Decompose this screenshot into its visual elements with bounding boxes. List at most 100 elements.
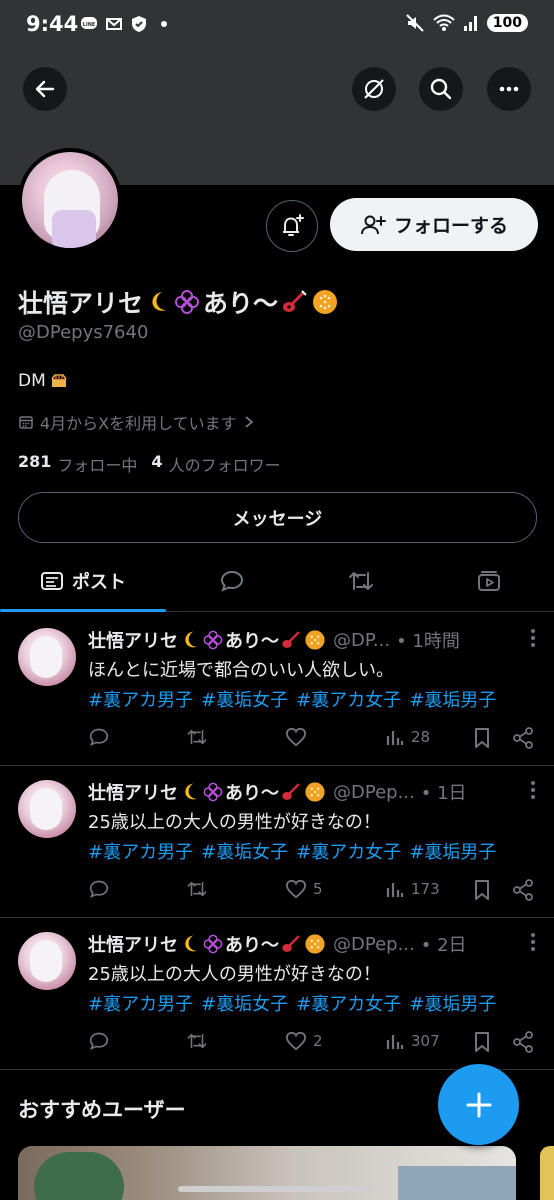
- post-time: • 1時間: [396, 631, 460, 652]
- post-handle: @DPep...: [333, 781, 415, 803]
- tab-replies[interactable]: [166, 552, 298, 610]
- post-hashtags: #裏アカ男子 #裏垢女子 #裏アカ女子 #裏垢男子: [88, 990, 548, 1016]
- hashtag-link[interactable]: #裏垢男子: [409, 686, 496, 712]
- hashtag-link[interactable]: #裏アカ男子: [88, 990, 193, 1016]
- kebab-icon: [531, 781, 535, 799]
- profile-tabs: ポスト: [0, 552, 554, 612]
- search-icon: [430, 78, 452, 100]
- views-button[interactable]: 307: [385, 1031, 440, 1051]
- dot-icon: [161, 21, 167, 27]
- line-icon: LINE: [81, 17, 97, 29]
- bookmark-button[interactable]: [473, 727, 491, 749]
- post-author-name: 壮悟アリセ あり〜: [88, 779, 327, 805]
- post-text: ほんとに近場で都合のいい人欲しい。: [88, 660, 394, 681]
- bookmark-button[interactable]: [473, 879, 491, 901]
- recommend-card-image: [34, 1152, 124, 1200]
- share-icon: [513, 727, 533, 749]
- share-button[interactable]: [512, 879, 534, 901]
- followers-count[interactable]: 4: [151, 452, 162, 476]
- hashtag-link[interactable]: #裏垢男子: [409, 990, 496, 1016]
- hashtag-link[interactable]: #裏垢女子: [201, 990, 288, 1016]
- repost-button[interactable]: [186, 727, 208, 747]
- display-name: 壮悟アリセ あり〜: [18, 284, 340, 320]
- tab-posts[interactable]: ポスト: [0, 552, 166, 610]
- like-button[interactable]: 2: [285, 1031, 323, 1051]
- mail-icon: [106, 18, 122, 30]
- home-indicator[interactable]: [178, 1186, 374, 1192]
- mute-icon: [406, 14, 424, 32]
- compose-post-button[interactable]: [438, 1064, 519, 1145]
- person-add-icon: [360, 215, 386, 234]
- like-button[interactable]: [285, 727, 313, 747]
- like-button[interactable]: 5: [285, 879, 323, 899]
- reply-button[interactable]: [88, 1031, 110, 1051]
- post-more-icon[interactable]: [530, 628, 536, 653]
- post-actions: 2 307: [88, 1031, 538, 1055]
- post-avatar[interactable]: [18, 780, 76, 838]
- guitar-icon: [282, 935, 300, 952]
- joined-text: 4月からXを利用しています: [40, 414, 237, 433]
- view-count: 28: [411, 728, 431, 746]
- guitar-icon: [282, 783, 300, 800]
- post-header: 壮悟アリセ あり〜 @DP... • 1時間: [88, 626, 538, 654]
- views-chart-icon: [386, 1035, 404, 1049]
- views-button[interactable]: 28: [385, 727, 430, 747]
- grok-button[interactable]: [352, 67, 396, 111]
- reply-icon: [89, 728, 109, 747]
- repost-button[interactable]: [186, 1031, 208, 1051]
- back-button[interactable]: [23, 67, 67, 111]
- hashtag-link[interactable]: #裏垢女子: [201, 838, 288, 864]
- views-button[interactable]: 173: [385, 879, 440, 899]
- following-label[interactable]: フォロー中: [57, 452, 137, 476]
- share-button[interactable]: [512, 1031, 534, 1053]
- reply-icon: [89, 880, 109, 899]
- bookmark-button[interactable]: [473, 1031, 491, 1053]
- search-button[interactable]: [419, 67, 463, 111]
- heart-icon: [285, 727, 307, 747]
- hashtag-link[interactable]: #裏アカ女子: [296, 686, 401, 712]
- notify-button[interactable]: [266, 200, 318, 252]
- display-name-text: 壮悟アリセ: [18, 289, 144, 318]
- hashtag-link[interactable]: #裏アカ女子: [296, 990, 401, 1016]
- post-text: 25歳以上の大人の男性が好きなの！: [88, 812, 381, 833]
- following-count[interactable]: 281: [18, 452, 51, 476]
- bookmark-icon: [475, 880, 489, 900]
- more-dots-icon: [499, 86, 519, 92]
- profile-avatar[interactable]: [18, 148, 122, 252]
- signal-icon: [463, 16, 477, 31]
- reply-button[interactable]: [88, 727, 110, 747]
- crescent-moon-icon: [185, 783, 197, 800]
- reply-button[interactable]: [88, 879, 110, 899]
- post-hashtags: #裏アカ男子 #裏垢女子 #裏アカ女子 #裏垢男子: [88, 686, 548, 712]
- more-button[interactable]: [487, 67, 531, 111]
- post-more-icon[interactable]: [530, 932, 536, 957]
- tab-active-indicator: [0, 609, 166, 612]
- share-icon: [513, 879, 533, 901]
- hashtag-link[interactable]: #裏アカ男子: [88, 686, 193, 712]
- joined-date[interactable]: 4月からXを利用しています: [18, 410, 255, 434]
- recommend-title: おすすめユーザー: [18, 1098, 186, 1122]
- post-more-icon[interactable]: [530, 780, 536, 805]
- post-avatar[interactable]: [18, 932, 76, 990]
- post-item[interactable]: 壮悟アリセ あり〜 @DPep... • 2日 25歳以上の大人の男性が好きなの…: [0, 918, 554, 1070]
- share-icon: [513, 1031, 533, 1053]
- follow-button[interactable]: フォローする: [330, 198, 538, 251]
- post-item[interactable]: 壮悟アリセ あり〜 @DPep... • 1日 25歳以上の大人の男性が好きなの…: [0, 766, 554, 918]
- hashtag-link[interactable]: #裏垢男子: [409, 838, 496, 864]
- like-count: 5: [313, 880, 323, 898]
- post-item[interactable]: 壮悟アリセ あり〜 @DP... • 1時間 ほんとに近場で都合のいい人欲しい。…: [0, 614, 554, 766]
- hashtag-link[interactable]: #裏アカ女子: [296, 838, 401, 864]
- message-button[interactable]: メッセージ: [18, 492, 537, 543]
- followers-label[interactable]: 人のフォロワー: [169, 452, 281, 476]
- wifi-icon: [433, 14, 455, 31]
- hashtag-link[interactable]: #裏アカ男子: [88, 838, 193, 864]
- share-button[interactable]: [512, 727, 534, 749]
- hashtag-link[interactable]: #裏垢女子: [201, 686, 288, 712]
- tab-media[interactable]: [424, 552, 554, 610]
- post-time-text: 1日: [437, 783, 467, 804]
- repost-button[interactable]: [186, 879, 208, 899]
- bookmark-icon: [475, 728, 489, 748]
- recommend-user-card[interactable]: [540, 1146, 554, 1200]
- tab-reposts[interactable]: [298, 552, 424, 610]
- post-avatar[interactable]: [18, 628, 76, 686]
